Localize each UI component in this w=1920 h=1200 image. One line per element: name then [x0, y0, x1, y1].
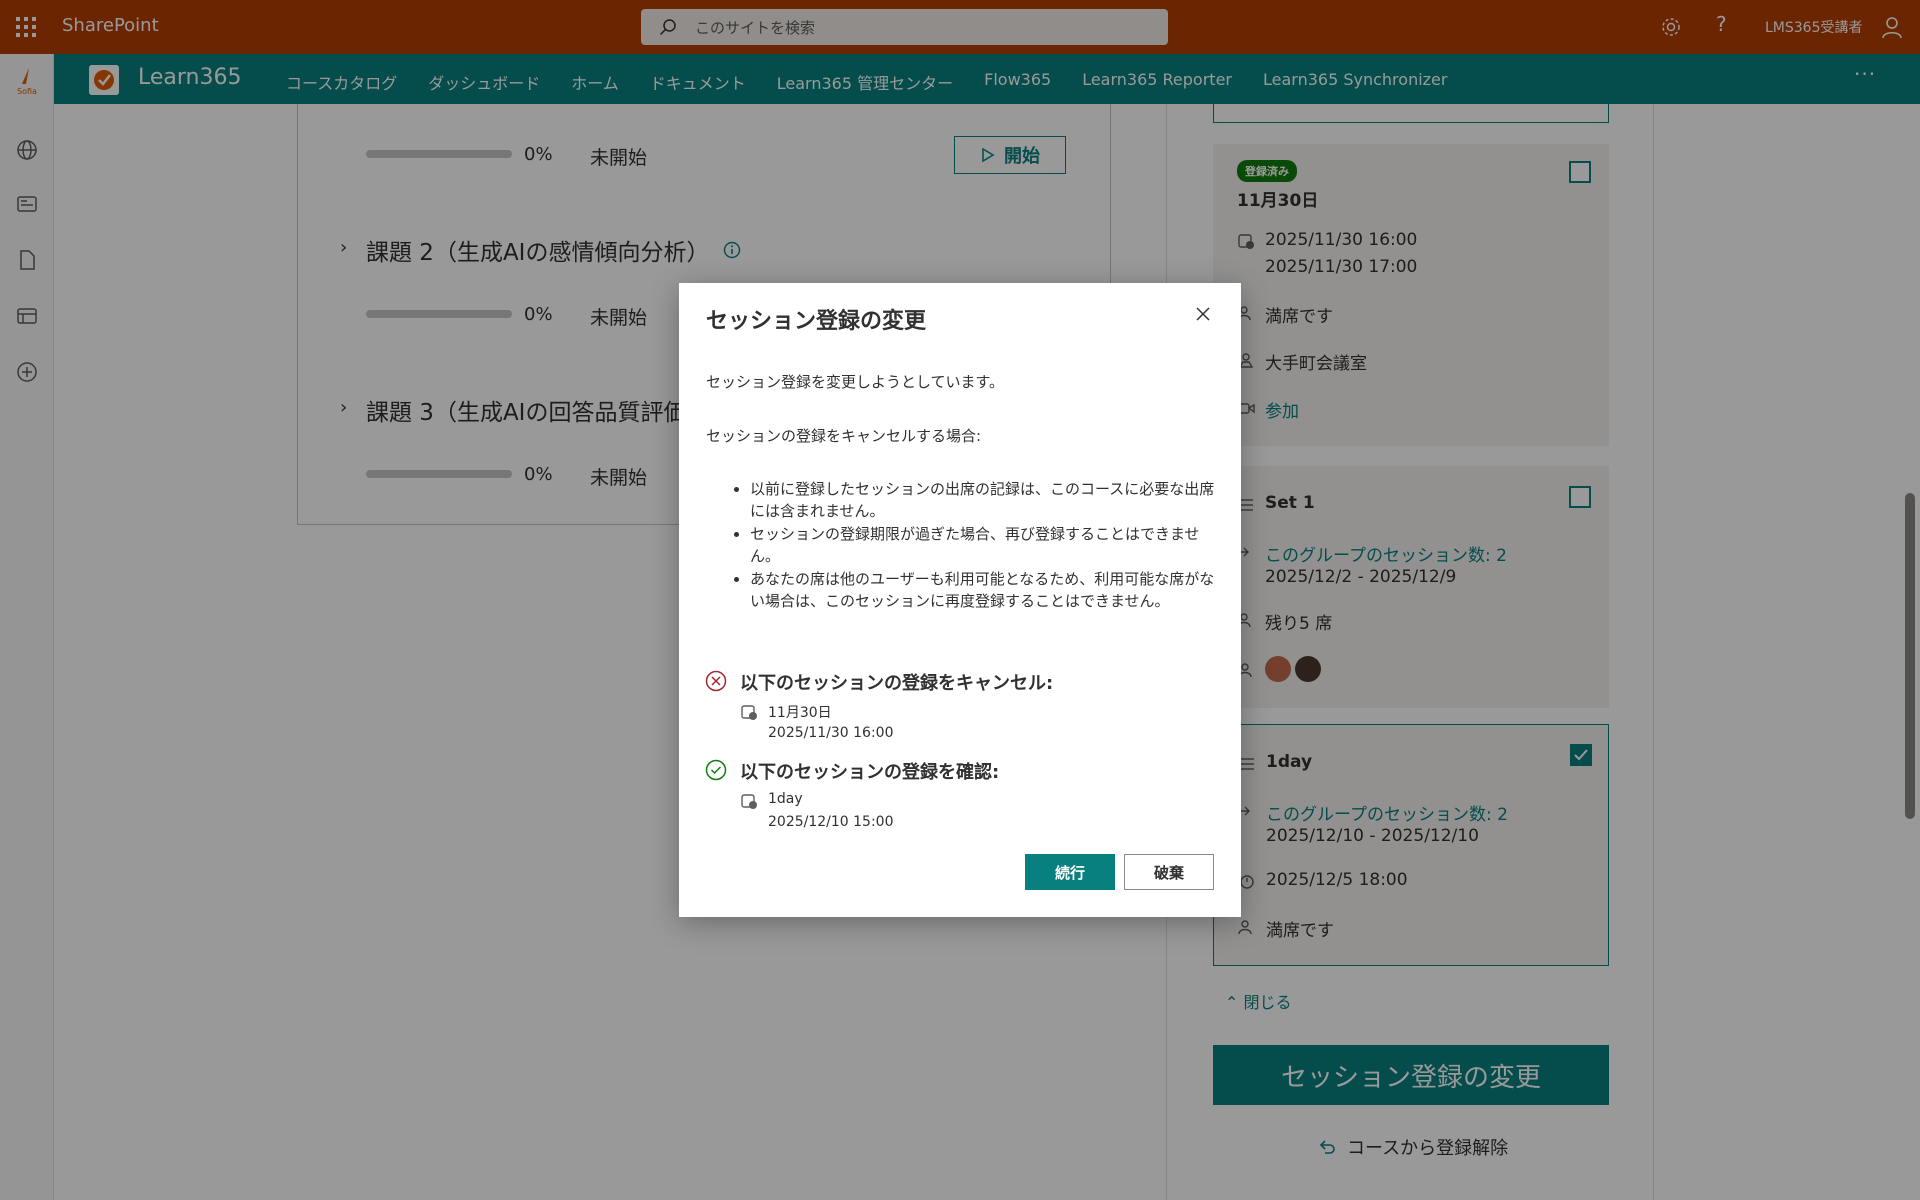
condition-item: 以前に登録したセッションの出席の記録は、このコースに必要な出席には含まれません。 — [750, 478, 1220, 522]
cancel-conditions-header: セッションの登録をキャンセルする場合: — [706, 427, 982, 445]
calendar-clock-icon — [741, 794, 757, 809]
continue-button[interactable]: 続行 — [1025, 854, 1115, 890]
confirm-session-name: 1day — [768, 791, 803, 807]
cancel-heading: 以下のセッションの登録をキャンセル: — [740, 673, 1054, 694]
cancel-session-name: 11月30日 — [768, 705, 832, 721]
error-circle-icon — [705, 670, 727, 692]
confirm-session-time: 2025/12/10 15:00 — [768, 814, 894, 830]
confirm-heading: 以下のセッションの登録を確認: — [740, 762, 1000, 783]
calendar-clock-icon — [741, 705, 757, 720]
cancel-conditions-list: 以前に登録したセッションの出席の記録は、このコースに必要な出席には含まれません。… — [750, 478, 1220, 613]
dialog-title: セッション登録の変更 — [706, 309, 927, 334]
condition-item: あなたの席は他のユーザーも利用可能となるため、利用可能な席がない場合は、このセッ… — [750, 568, 1220, 612]
close-icon[interactable] — [1194, 305, 1212, 323]
cancel-session-time: 2025/11/30 16:00 — [768, 725, 894, 741]
check-circle-icon — [705, 759, 727, 781]
change-registration-dialog: セッション登録の変更 セッション登録を変更しようとしています。 セッションの登録… — [679, 283, 1241, 917]
dialog-intro: セッション登録を変更しようとしています。 — [706, 373, 1005, 391]
condition-item: セッションの登録期限が過ぎた場合、再び登録することはできません。 — [750, 523, 1220, 567]
discard-button[interactable]: 破棄 — [1124, 854, 1214, 890]
